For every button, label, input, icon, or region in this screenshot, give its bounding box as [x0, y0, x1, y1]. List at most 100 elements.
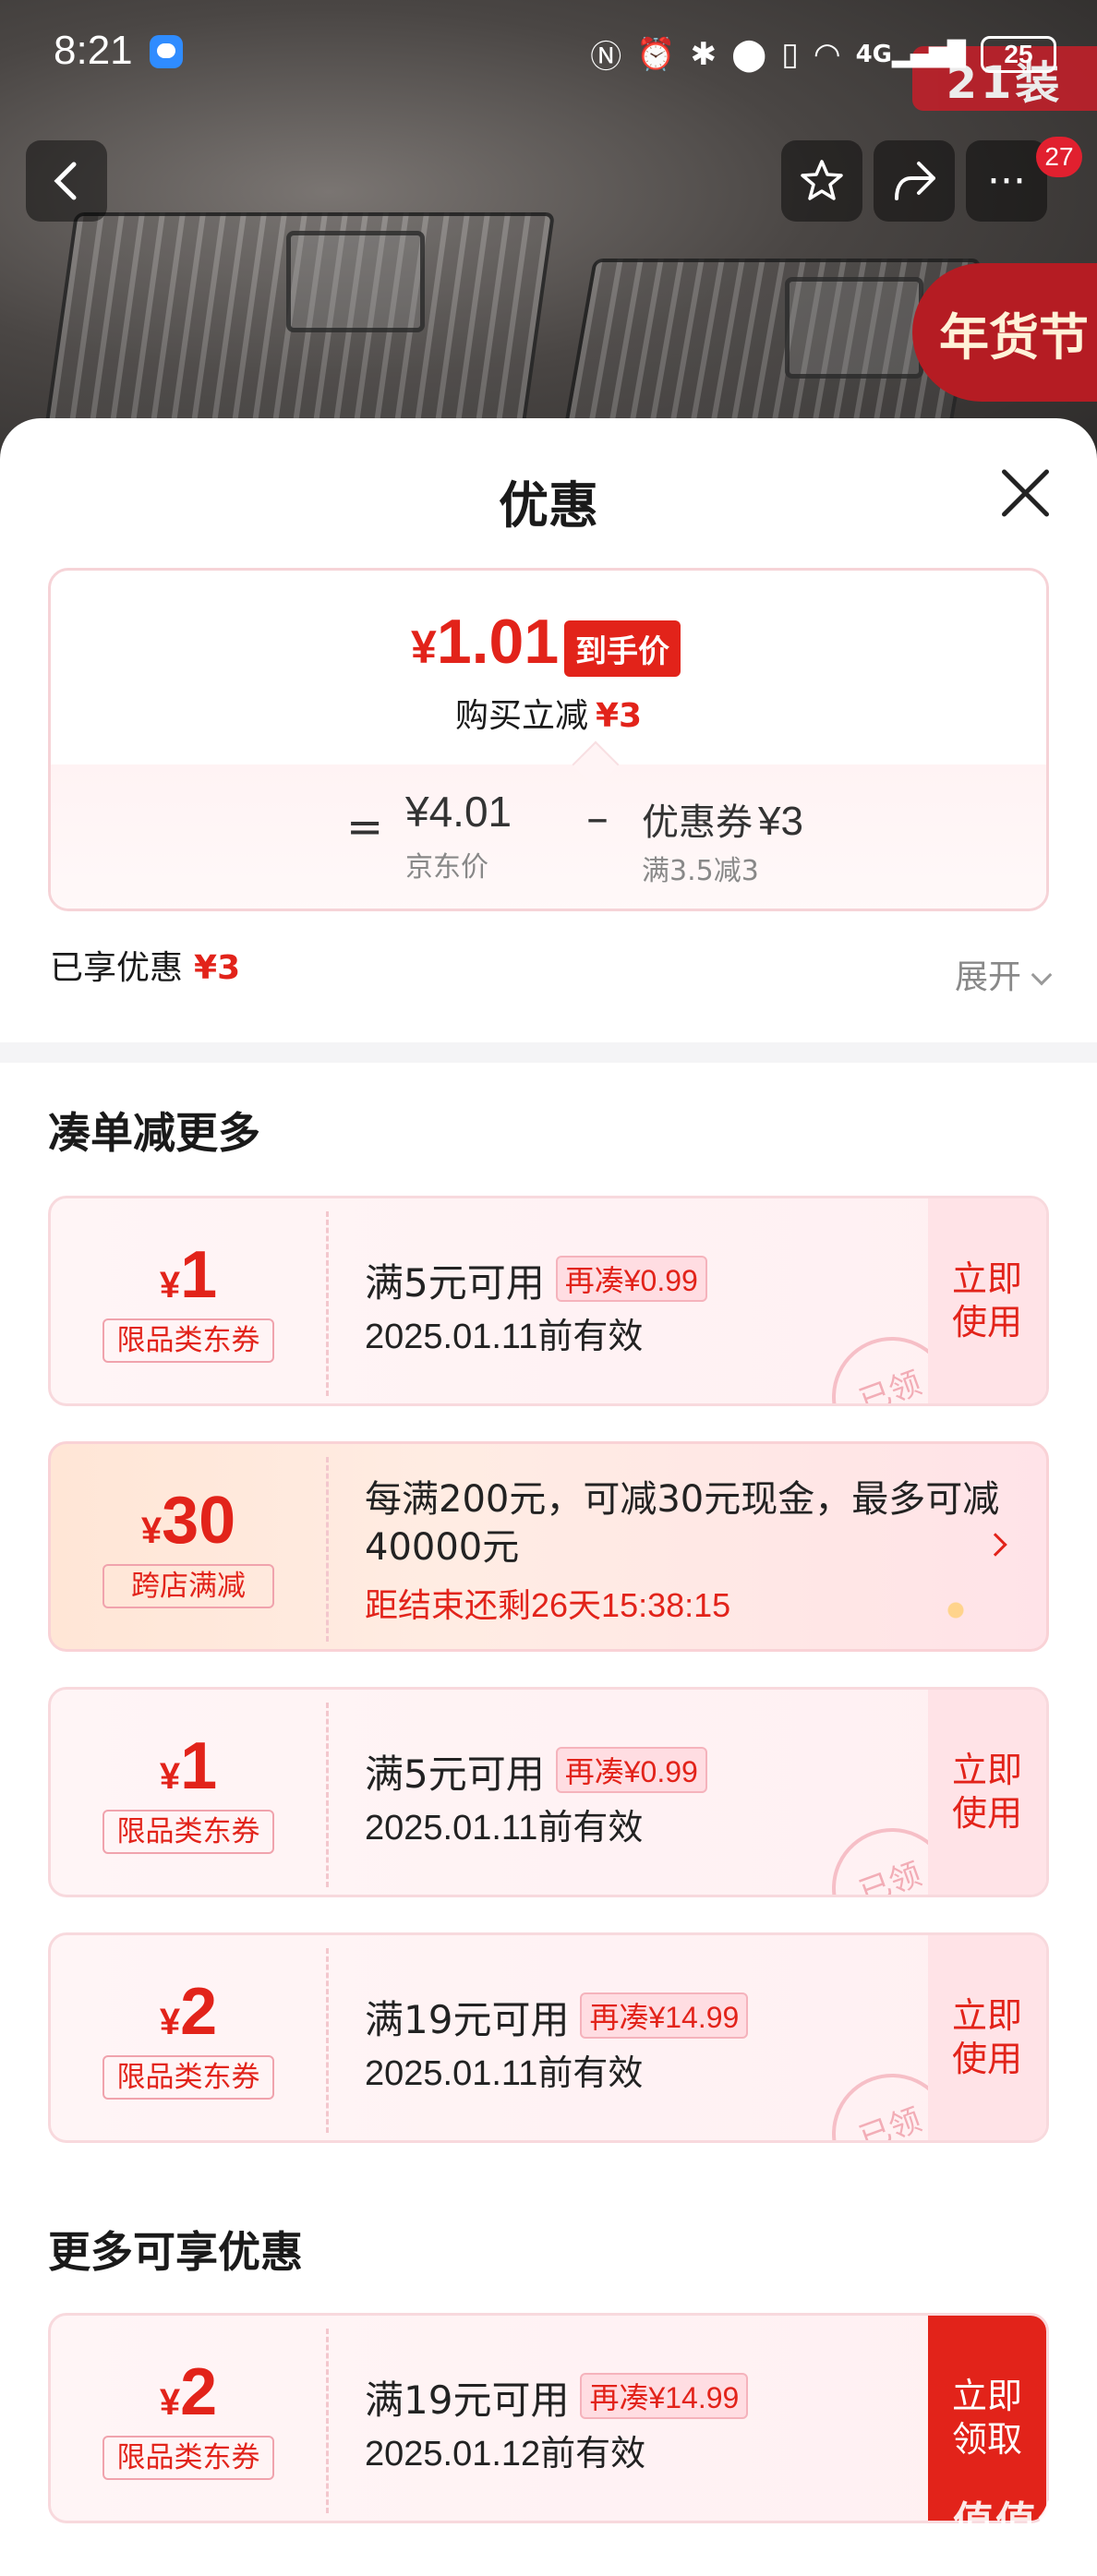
coupon-type: 限品类东券	[102, 2436, 274, 2480]
currency-symbol: ¥	[159, 1265, 181, 1306]
chevron-down-icon	[1031, 964, 1053, 986]
jd-price: ¥4.01	[405, 788, 512, 836]
currency-symbol: ¥	[159, 1756, 181, 1797]
coupon-amount-value: 2	[180, 2355, 218, 2429]
watermark-logo: 值值值	[953, 2499, 1080, 2545]
condition-text: 满5元可用	[365, 1260, 545, 1306]
watermark-url: zhizhizhi.com	[966, 2547, 1067, 2566]
more-dots-icon: ···	[987, 157, 1026, 205]
coupon-amount-value: 1	[180, 1729, 218, 1803]
battery-icon: 25	[981, 35, 1056, 73]
close-button[interactable]	[995, 463, 1055, 522]
coupon-value-area: ¥1 限品类东券	[51, 1198, 326, 1403]
expand-label: 展开	[954, 958, 1021, 996]
coupon-separator	[326, 1948, 329, 2133]
status-time: 8:21	[54, 28, 133, 73]
enjoyed-amount: ¥3	[194, 949, 241, 987]
coupon-type: 限品类东券	[102, 1810, 274, 1854]
coupon-amount: ¥1	[51, 1728, 326, 1804]
summary-top: ¥1.01 到手价 购买立减 ¥3	[51, 571, 1046, 764]
use-now-button[interactable]: 立即 使用	[928, 1690, 1046, 1895]
buy-reduce-label: 购买立减	[454, 697, 588, 735]
coupon-amount-value: 1	[180, 1238, 218, 1312]
section-title-extra: 更多可享优惠	[48, 2227, 303, 2277]
coupon-condition: 满19元可用 再凑¥14.99	[365, 1989, 749, 2045]
coupon-type: 跨店满减	[102, 1564, 274, 1608]
coupon-validity: 2025.01.11前有效	[365, 1318, 644, 1356]
coupon-type: 限品类东券	[102, 1318, 274, 1363]
use-now-button[interactable]: 立即 使用	[928, 1935, 1046, 2140]
coupon-amount: ¥3	[758, 799, 803, 844]
coupon-amount: ¥30	[51, 1483, 326, 1559]
buy-reduce-line: 购买立减 ¥3	[51, 689, 1046, 737]
final-price: ¥1.01	[411, 606, 559, 678]
more-button[interactable]: ···	[966, 140, 1047, 222]
coupon-separator	[326, 1703, 329, 1887]
coupon-deduction: 优惠券 ¥3	[642, 792, 803, 846]
currency-symbol: ¥	[159, 2382, 181, 2423]
minus-sign: –	[586, 792, 609, 844]
coupon-condition: 满5元可用 再凑¥0.99	[365, 1743, 707, 1800]
coupon-card[interactable]: ¥2 限品类东券 满19元可用 再凑¥14.99 2025.01.12前有效 立即…	[48, 2313, 1049, 2523]
coupon-card[interactable]: ¥1 限品类东券 满5元可用 再凑¥0.99 2025.01.11前有效 已领 立…	[48, 1196, 1049, 1406]
wifi-icon: ◠	[813, 35, 841, 73]
coupon-separator	[326, 2329, 329, 2513]
use-now-button[interactable]: 立即 使用	[928, 1198, 1046, 1403]
notification-badge: 27	[1036, 137, 1082, 177]
share-button[interactable]	[874, 140, 955, 222]
equals-sign: =	[346, 801, 384, 853]
currency-symbol: ¥	[411, 621, 437, 673]
coupon-value-area: ¥1 限品类东券	[51, 1690, 326, 1895]
coupon-card[interactable]: ¥2 限品类东券 满19元可用 再凑¥14.99 2025.01.11前有效 已领…	[48, 1932, 1049, 2143]
coupon-amount: ¥2	[51, 1974, 326, 2050]
add-more-tag: 再凑¥14.99	[580, 2373, 749, 2419]
coupon-condition: 满5元可用 再凑¥0.99	[365, 1252, 707, 1308]
condition-text: 满19元可用	[365, 1997, 570, 2042]
share-icon	[895, 162, 935, 200]
price-breakdown: = ¥4.01 京东价 – 优惠券 ¥3 满3.5减3	[51, 764, 1046, 909]
coupon-amount: ¥2	[51, 2354, 326, 2430]
back-button[interactable]	[26, 140, 107, 222]
section-title-more: 凑单减更多	[48, 1108, 260, 1158]
nfc-icon: Ⓝ	[590, 39, 622, 76]
coupon-amount-value: 2	[180, 1975, 218, 2049]
enjoyed-discount: 已享优惠 ¥3	[50, 941, 240, 989]
coupon-value-area: ¥2 限品类东券	[51, 1935, 326, 2140]
site-watermark: 值值值 zhizhizhi.com	[953, 2488, 1080, 2567]
coupon-amount-value: 30	[162, 1484, 236, 1558]
final-price-value: 1.01	[436, 607, 560, 677]
bluetooth-icon: ✱	[690, 35, 717, 73]
coupon-validity: 2025.01.11前有效	[365, 2054, 644, 2093]
coupon-separator	[326, 1211, 329, 1396]
coupon-card[interactable]: ¥1 限品类东券 满5元可用 再凑¥0.99 2025.01.11前有效 已领 立…	[48, 1687, 1049, 1897]
festival-badge: 年货节	[912, 263, 1097, 402]
price-summary-card: ¥1.01 到手价 购买立减 ¥3 = ¥4.01 京东价 – 优惠券 ¥3 满3.…	[48, 568, 1049, 911]
coupon-validity: 2025.01.11前有效	[365, 1809, 644, 1848]
sheet-title: 优惠	[499, 476, 598, 535]
mount-plate-graphic	[785, 277, 923, 379]
chevron-left-icon	[54, 162, 77, 200]
mount-plate-graphic	[286, 231, 425, 332]
status-bar: 8:21 Ⓝ ⏰ ✱ ⬤ ▯ ◠ 4G▂▄▆█ 25	[0, 0, 1097, 106]
coupon-condition: 满3.5减3	[642, 855, 759, 887]
coupon-validity: 2025.01.12前有效	[365, 2435, 646, 2474]
star-icon	[801, 160, 843, 200]
coupon-value-area: ¥2 限品类东券	[51, 2316, 326, 2521]
coupon-amount: ¥1	[51, 1237, 326, 1313]
alarm-icon: ⏰	[636, 35, 676, 73]
condition-text: 满5元可用	[365, 1751, 545, 1797]
add-more-tag: 再凑¥0.99	[555, 1256, 707, 1302]
firework-decoration	[910, 1564, 1002, 1649]
location-icon: ⬤	[731, 35, 767, 73]
expand-toggle[interactable]: 展开	[954, 950, 1053, 998]
message-icon	[150, 35, 183, 68]
coupon-type: 限品类东券	[102, 2055, 274, 2100]
currency-symbol: ¥	[140, 1511, 163, 1551]
final-price-tag: 到手价	[564, 620, 681, 677]
discount-sheet: 优惠 ¥1.01 到手价 购买立减 ¥3 = ¥4.01 京东价 – 优惠券 ¥3 …	[0, 418, 1097, 2576]
favorite-button[interactable]	[781, 140, 862, 222]
coupon-condition: 满19元可用 再凑¥14.99	[365, 2369, 749, 2426]
cross-store-discount-card[interactable]: ¥30 跨店满减 每满200元，可减30元现金，最多可减40000元 距结束还剩…	[48, 1441, 1049, 1652]
condition-text: 满19元可用	[365, 2377, 570, 2423]
countdown-timer: 距结束还剩26天15:38:15	[365, 1586, 731, 1624]
